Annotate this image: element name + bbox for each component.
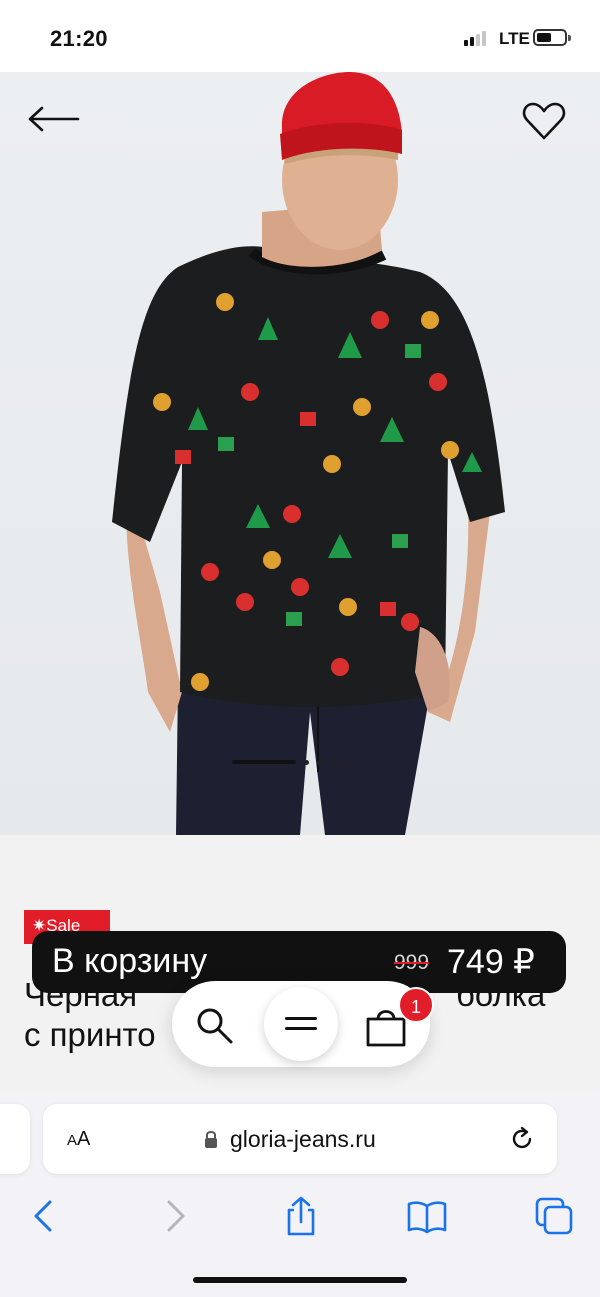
tabs-icon[interactable]: [534, 1196, 574, 1236]
previous-tab-preview[interactable]: [0, 1104, 30, 1174]
text-size-big: A: [77, 1128, 91, 1150]
gallery-dot: [330, 759, 335, 765]
network-label: LTE: [499, 29, 530, 48]
forward-icon[interactable]: [155, 1196, 195, 1236]
menu-icon: [285, 1027, 317, 1030]
gallery-pagination: [232, 758, 348, 766]
old-price: 999: [394, 951, 430, 974]
url-text[interactable]: gloria-jeans.ru: [230, 1126, 376, 1153]
gallery-dot: [304, 759, 309, 765]
menu-icon: [285, 1017, 317, 1020]
floating-toolbar: 1: [172, 981, 434, 1067]
add-to-cart-label: В корзину: [52, 942, 208, 980]
gallery-dot: [343, 759, 348, 765]
browser-toolbar: AA gloria-jeans.ru: [0, 1092, 600, 1297]
lock-icon: [205, 1131, 217, 1148]
share-icon[interactable]: [281, 1196, 321, 1236]
text-size-small: A: [67, 1132, 78, 1149]
text-size-button[interactable]: AA: [67, 1128, 90, 1151]
product-image[interactable]: [0, 72, 600, 835]
gallery-dot: [317, 759, 322, 765]
back-arrow-icon[interactable]: [28, 104, 80, 134]
back-icon[interactable]: [24, 1196, 64, 1236]
address-bar[interactable]: AA gloria-jeans.ru: [43, 1104, 557, 1174]
new-price: 749 ₽: [447, 943, 535, 981]
status-time: 21:20: [50, 26, 108, 51]
product-photo: [112, 72, 505, 835]
menu-button[interactable]: [264, 987, 338, 1061]
status-bar: 21:20 LTE: [0, 0, 600, 72]
heart-icon[interactable]: [522, 102, 566, 142]
reload-icon[interactable]: [509, 1126, 535, 1152]
cart-count-badge: 1: [398, 987, 434, 1023]
bookmarks-icon[interactable]: [407, 1196, 447, 1236]
gallery-current-indicator: [232, 760, 296, 764]
search-icon[interactable]: [194, 1005, 234, 1045]
battery-icon: [533, 29, 571, 46]
home-indicator: [193, 1277, 407, 1283]
signal-icon: [464, 31, 492, 46]
